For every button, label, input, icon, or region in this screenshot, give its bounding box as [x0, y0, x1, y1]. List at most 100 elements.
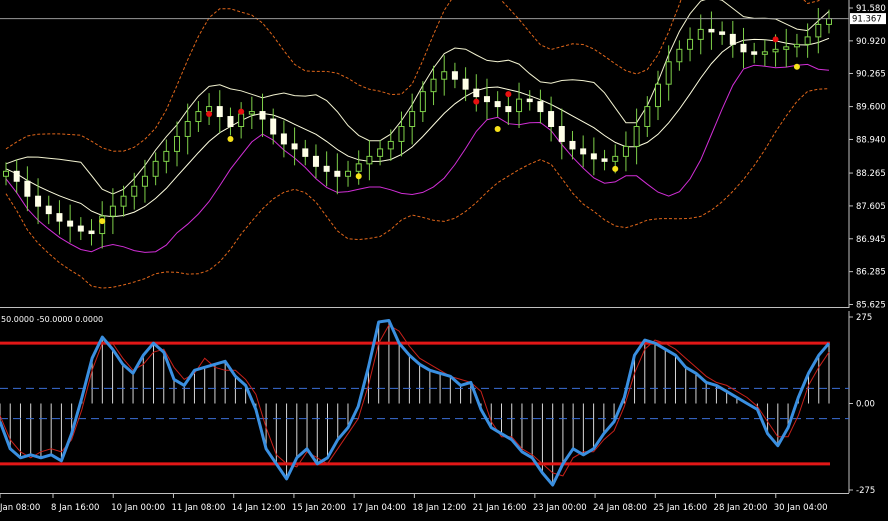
bull-candle-body: [409, 111, 416, 128]
time-tick-label: 14 Jan 12:00: [232, 503, 286, 513]
bull-candle-body: [109, 205, 116, 217]
bull-candle-body: [633, 126, 640, 147]
bull-candle-body: [783, 46, 790, 50]
buy-signal-dot: [793, 63, 800, 70]
bear-candle-body: [483, 96, 490, 103]
bull-candle-body: [184, 121, 191, 137]
bull-candle-body: [141, 175, 148, 187]
bull-candle-body: [345, 170, 352, 177]
time-tick-label: 17 Jan 04:00: [352, 503, 406, 513]
bear-candle-body: [270, 118, 277, 135]
sell-signal-dot: [772, 36, 779, 43]
bull-candle-body: [826, 18, 832, 25]
price-tick-label: 87.605: [856, 202, 886, 212]
bull-candle-body: [676, 48, 683, 63]
bull-candle-body: [366, 155, 373, 165]
bull-candle-body: [131, 185, 138, 197]
bull-candle-body: [206, 106, 213, 113]
time-tick-label: 21 Jan 16:00: [473, 503, 527, 513]
bear-candle-body: [548, 111, 555, 128]
buy-signal-dot: [612, 165, 619, 172]
bear-candle-body: [280, 133, 287, 145]
price-tick-label: 90.265: [856, 69, 886, 79]
bear-candle-body: [77, 225, 84, 232]
buy-signal-dot: [227, 135, 234, 142]
chart-canvas: 91.580 90.920 90.265 89.600 88.940 88.265 87.6…: [0, 0, 888, 517]
bear-candle-body: [45, 205, 52, 215]
bull-candle-body: [815, 23, 822, 38]
bear-candle-body: [13, 170, 20, 182]
price-tick-label: 90.920: [856, 37, 886, 47]
bull-candle-body: [644, 106, 651, 128]
price-tick-label: 85.625: [856, 301, 886, 311]
bear-candle-body: [569, 140, 576, 150]
sell-signal-dot: [473, 98, 480, 105]
time-tick-label: 8 Jan 16:00: [51, 503, 99, 513]
buy-signal-dot: [355, 173, 362, 180]
bull-candle-body: [398, 126, 405, 142]
bear-candle-body: [24, 180, 31, 197]
bear-candle-body: [494, 101, 501, 108]
bull-candle-body: [355, 163, 362, 172]
oscillator-header: 50.0000 -50.0000 0.0000: [1, 315, 103, 324]
bull-candle-body: [665, 61, 672, 85]
bear-candle-body: [590, 153, 597, 160]
bear-candle-body: [227, 116, 234, 128]
time-tick-label: 10 Jan 00:00: [111, 503, 165, 513]
bull-candle-body: [761, 51, 768, 55]
price-tick-label: 88.265: [856, 169, 886, 179]
bull-candle-body: [687, 38, 694, 50]
osc-tick-label: 275: [856, 313, 872, 323]
bull-candle-body: [120, 195, 127, 207]
price-tick-label: 89.600: [856, 103, 886, 113]
current-price-label: 91.367: [852, 15, 882, 25]
bull-candle-body: [697, 28, 704, 40]
bear-candle-body: [601, 158, 608, 162]
bear-candle-body: [473, 88, 480, 98]
bull-candle-body: [3, 170, 9, 177]
time-tick-label: 15 Jan 20:00: [292, 503, 346, 513]
bear-candle-body: [216, 106, 223, 118]
time-tick-label: 23 Jan 00:00: [533, 503, 587, 513]
bear-candle-body: [740, 43, 747, 53]
bull-candle-body: [238, 113, 245, 128]
bull-candle-body: [430, 78, 437, 93]
bull-candle-body: [174, 135, 181, 152]
bull-candle-body: [163, 150, 170, 162]
bull-candle-body: [248, 111, 255, 115]
bear-candle-body: [302, 148, 309, 157]
price-tick-label: 91.580: [856, 4, 886, 14]
bear-candle-body: [505, 106, 512, 113]
bear-candle-body: [88, 230, 95, 235]
time-tick-label: Jan 08:00: [0, 503, 40, 513]
bear-candle-body: [67, 220, 74, 227]
bull-candle-body: [516, 98, 523, 113]
bull-candle-body: [441, 71, 448, 80]
bear-candle-body: [719, 31, 726, 35]
bear-candle-body: [259, 111, 266, 120]
time-tick-label: 30 Jan 04:00: [774, 503, 828, 513]
bear-candle-body: [323, 165, 330, 172]
bear-candle-body: [751, 51, 758, 55]
chart-window: 91.580 90.920 90.265 89.600 88.940 88.265 87.6…: [0, 0, 888, 517]
bear-candle-body: [558, 126, 565, 142]
bear-candle-body: [708, 28, 715, 33]
buy-signal-dot: [99, 218, 106, 225]
bear-candle-body: [526, 98, 533, 103]
osc-tick-label: 0.00: [856, 400, 875, 410]
price-tick-label: 86.945: [856, 235, 886, 245]
time-tick-label: 11 Jan 08:00: [171, 503, 225, 513]
bull-candle-body: [804, 36, 811, 45]
bull-candle-body: [419, 91, 426, 113]
sell-signal-dot: [505, 91, 512, 98]
bull-candle-body: [152, 160, 159, 177]
bear-candle-body: [537, 101, 544, 113]
bear-candle-body: [451, 71, 458, 80]
osc-tick-label: -275: [856, 486, 875, 496]
bear-candle-body: [580, 148, 587, 155]
bull-candle-body: [772, 48, 779, 53]
bull-candle-body: [654, 83, 661, 108]
price-tick-label: 86.285: [856, 268, 886, 278]
bear-candle-body: [56, 213, 63, 222]
price-tick-label: 88.940: [856, 135, 886, 145]
